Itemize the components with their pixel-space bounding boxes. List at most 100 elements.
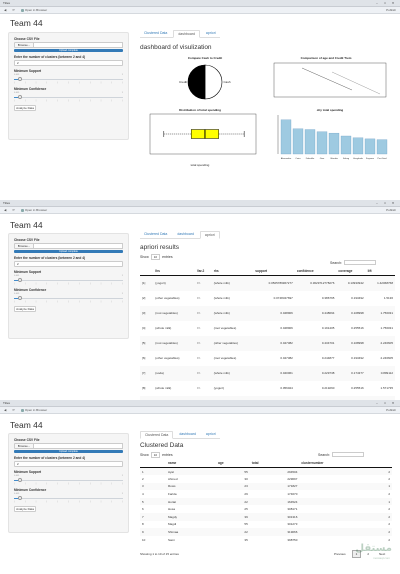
slider-handle[interactable] <box>18 77 22 81</box>
file-input[interactable]: Browse... <box>14 443 123 449</box>
tab-dashboard[interactable]: dashboard <box>173 30 200 38</box>
publish-button[interactable]: Publish <box>386 408 396 412</box>
table-row[interactable]: 9 Shimaa 22 319066 2 <box>140 528 392 536</box>
column-header[interactable]: support <box>253 267 295 276</box>
table-row[interactable]: [8] {whole milk} => {yogurt} 0.056024 0.21926… <box>140 380 395 396</box>
file-name-field[interactable] <box>34 443 123 449</box>
back-icon[interactable]: ◀ <box>4 8 6 12</box>
clusters-input[interactable]: 2 <box>14 461 123 467</box>
slider-handle[interactable] <box>18 296 22 300</box>
refresh-icon[interactable]: ⟳ <box>12 208 15 212</box>
column-header[interactable]: age <box>216 459 250 468</box>
tab-clustered-data[interactable]: Clustered Data <box>140 431 174 439</box>
support-slider[interactable]: 0.001 1 | | | | | | | | | | | <box>14 275 123 286</box>
browse-button[interactable]: Browse... <box>14 42 34 48</box>
table-row[interactable]: [3] {root vegetables} => {whole milk} 0.0489… <box>140 305 395 321</box>
search-input[interactable] <box>332 452 365 457</box>
back-icon[interactable]: ◀ <box>4 208 6 212</box>
tab-apriori[interactable]: apriori <box>202 431 220 438</box>
close-icon[interactable]: ✕ <box>389 201 397 206</box>
column-header[interactable]: rhs <box>211 267 254 276</box>
table-row[interactable]: 8 Magdi 55 301273 2 <box>140 520 392 529</box>
clusters-input[interactable]: 2 <box>14 261 123 267</box>
support-slider[interactable]: 0.001 1 | | | | | | | | | | | <box>14 74 123 85</box>
analyze-button[interactable]: Analyze Data <box>14 506 36 512</box>
column-header[interactable]: lhs <box>153 267 195 276</box>
file-input[interactable]: Browse... <box>14 243 123 249</box>
window-titlebar: Titles – □ ✕ <box>0 400 400 407</box>
table-row[interactable]: 10 Sami 35 398750 2 <box>140 535 392 544</box>
close-icon[interactable]: ✕ <box>389 1 397 6</box>
table-row[interactable]: 5 Huriat 22 164524 1 <box>140 497 392 506</box>
file-name-field[interactable] <box>34 243 123 249</box>
table-row[interactable]: [2] {other vegetables} => {whole milk} 0.074… <box>140 290 395 306</box>
table-row[interactable]: [5] {root vegetables} => {other vegetables}… <box>140 335 395 351</box>
file-name-field[interactable] <box>34 42 123 48</box>
refresh-icon[interactable]: ⟳ <box>12 8 15 12</box>
table-row[interactable]: [1] {yogurt} => {whole milk} 0.0505789967277… <box>140 275 395 291</box>
pagination-previous[interactable]: Previous <box>330 550 350 558</box>
column-header[interactable] <box>140 267 154 276</box>
maximize-icon[interactable]: □ <box>381 1 389 6</box>
window-apriori: Titles – □ ✕ ◀ ⟳ Open in Browser Publish… <box>0 200 400 400</box>
back-icon[interactable]: ◀ <box>4 408 6 412</box>
column-header[interactable]: name <box>165 459 217 468</box>
open-browser-button[interactable]: Open in Browser <box>20 208 47 212</box>
column-header[interactable]: Var.2 <box>194 267 212 276</box>
minimize-icon[interactable]: – <box>373 201 381 206</box>
table-row[interactable]: 4 Farida 29 174670 2 <box>140 490 392 498</box>
close-icon[interactable]: ✕ <box>389 401 397 406</box>
slider-handle[interactable] <box>18 95 22 99</box>
refresh-icon[interactable]: ⟳ <box>12 408 15 412</box>
confidence-slider[interactable]: 0.001 1 | | | | | | | | | | | <box>14 493 123 504</box>
file-input[interactable]: Browse... <box>14 42 123 48</box>
browse-button[interactable]: Browse... <box>14 443 34 449</box>
maximize-icon[interactable]: □ <box>381 201 389 206</box>
window-titlebar: Titles – □ ✕ <box>0 0 400 7</box>
page-length-select[interactable]: 10 <box>150 254 161 260</box>
table-row[interactable]: 7 Magdy 39 301316 2 <box>140 513 392 521</box>
open-browser-button[interactable]: Open in Browser <box>20 8 47 12</box>
maximize-icon[interactable]: □ <box>381 401 389 406</box>
table-row[interactable]: 6 Hosa 25 308171 2 <box>140 505 392 514</box>
tab-apriori[interactable]: apriori <box>199 231 220 239</box>
column-header[interactable]: clusternumber <box>299 459 392 468</box>
table-row[interactable]: 3 Rows 23 171827 1 <box>140 482 392 491</box>
analyze-button[interactable]: Analyze Data <box>14 306 36 312</box>
table-row[interactable]: 2 Ahmed 30 229697 2 <box>140 475 392 483</box>
slider-handle[interactable] <box>18 478 22 482</box>
publish-button[interactable]: Publish <box>386 208 396 212</box>
column-header[interactable]: confidence <box>294 267 337 276</box>
column-header[interactable]: coverage <box>336 267 366 276</box>
page-length-select[interactable]: 10 <box>150 452 161 458</box>
column-header[interactable]: total <box>249 459 300 468</box>
open-browser-button[interactable]: Open in Browser <box>20 408 47 412</box>
publish-button[interactable]: Publish <box>386 8 396 12</box>
table-row[interactable]: 1 Ayat 55 294504 2 <box>140 467 392 476</box>
tab-clustered-data[interactable]: Clustered Data <box>140 30 171 37</box>
tab-clustered-data[interactable]: Clustered Data <box>140 231 171 238</box>
tab-dashboard[interactable]: dashboard <box>173 231 198 238</box>
minimize-icon[interactable]: – <box>373 1 381 6</box>
tab-apriori[interactable]: apriori <box>202 30 220 37</box>
slider-handle[interactable] <box>18 496 22 500</box>
file-label: Choose CSV File <box>14 238 40 242</box>
table-row[interactable]: [4] {whole milk} => {root vegetables} 0.0489… <box>140 320 395 336</box>
column-header[interactable] <box>140 459 166 468</box>
table-row[interactable]: [7] {soda} => {whole milk} 0.040061 0.229738 0… <box>140 365 395 381</box>
support-slider[interactable]: 0.001 1 | | | | | | | | | | | <box>14 475 123 486</box>
tab-dashboard[interactable]: dashboard <box>175 431 200 438</box>
analyze-button[interactable]: Analyze Data <box>14 105 36 111</box>
confidence-slider[interactable]: 0.001 1 | | | | | | | | | | | <box>14 92 123 103</box>
search-input[interactable] <box>344 260 377 265</box>
minimize-icon[interactable]: – <box>373 401 381 406</box>
table-cell: {other vegetables} <box>153 350 195 366</box>
table-cell: 23 <box>216 482 250 491</box>
confidence-slider[interactable]: 0.001 1 | | | | | | | | | | | <box>14 293 123 304</box>
slider-handle[interactable] <box>18 278 22 282</box>
city-bar-label: Port Said <box>378 157 388 160</box>
column-header[interactable]: lift <box>365 267 395 276</box>
browse-button[interactable]: Browse... <box>14 243 34 249</box>
clusters-input[interactable]: 2 <box>14 60 123 66</box>
table-row[interactable]: [6] {other vegetables} => {root vegetables}… <box>140 350 395 366</box>
